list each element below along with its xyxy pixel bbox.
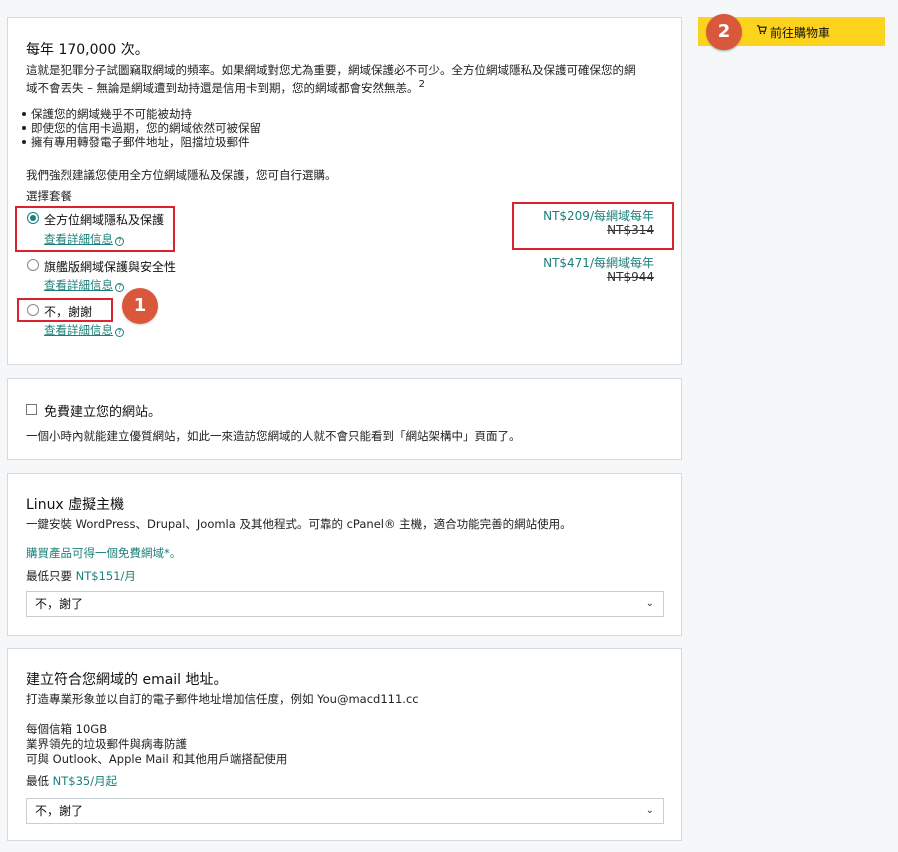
email-select-value: 不，謝了	[35, 804, 84, 818]
details-link-text[interactable]: 查看詳細信息	[44, 278, 113, 292]
list-item: 保護您的網域幾乎不可能被劫持	[20, 107, 261, 121]
chevron-down-icon: ⌄	[645, 805, 654, 816]
email-price-line: 最低 NT$35/月起	[26, 774, 117, 788]
website-builder-title[interactable]: 免費建立您的網站。	[44, 401, 161, 420]
premium-price-per: /每網域每年	[589, 256, 654, 270]
email-price-prefix: 最低	[26, 774, 53, 788]
hosting-description: 一鍵安裝 WordPress、Drupal、Joomla 及其他程式。可靠的 c…	[26, 517, 572, 531]
premium-price-value: NT$471	[543, 256, 590, 270]
cart-button-label[interactable]: 前往購物車	[770, 24, 830, 41]
hosting-price-prefix: 最低只要	[26, 569, 76, 583]
email-description: 打造專業形象並以自訂的電子郵件地址增加信任度，例如 You@macd111.cc	[26, 692, 419, 706]
no-thanks-details-link[interactable]: 查看詳細信息?	[44, 322, 124, 338]
annotation-badge-1: 1	[122, 288, 158, 324]
linux-hosting-card: Linux 虛擬主機 一鍵安裝 WordPress、Drupal、Joomla …	[7, 473, 682, 636]
privacy-recommendation: 我們強烈建議您使用全方位網域隱私及保護，您可自行選購。	[26, 168, 337, 182]
annotation-box-selected-option	[15, 206, 175, 252]
hosting-title: Linux 虛擬主機	[26, 497, 125, 513]
chevron-down-icon: ⌄	[645, 598, 654, 609]
annotation-badge-2: 2	[706, 14, 742, 50]
premium-protection-details-link[interactable]: 查看詳細信息?	[44, 277, 124, 293]
premium-old-price: NT$944	[607, 270, 654, 284]
premium-protection-price: NT$471/每網域每年	[543, 254, 654, 271]
hosting-select-value: 不，謝了	[35, 597, 84, 611]
hosting-select[interactable]: 不，謝了 ⌄	[26, 591, 664, 617]
website-builder-card: 免費建立您的網站。 一個小時內就能建立優質網站，如此一來造訪您網域的人就不會只能…	[7, 378, 682, 460]
privacy-card-title: 每年 170,000 次。	[26, 42, 149, 58]
email-feature: 業界領先的垃圾郵件與病毒防護	[26, 737, 187, 751]
annotation-box-no-thanks	[17, 298, 113, 322]
privacy-description-line2: 域不會丟失 – 無論是網域遭到劫持還是信用卡到期，您的網域都會安然無恙。2	[26, 78, 425, 95]
privacy-description-line2-text: 域不會丟失 – 無論是網域遭到劫持還是信用卡到期，您的網域都會安然無恙。	[26, 80, 419, 95]
email-feature: 每個信箱 10GB	[26, 722, 108, 736]
hosting-promo: 購買產品可得一個免費網域*。	[26, 546, 182, 560]
hosting-price-line: 最低只要 NT$151/月	[26, 569, 136, 583]
details-link-text[interactable]: 查看詳細信息	[44, 323, 113, 337]
email-select[interactable]: 不，謝了 ⌄	[26, 798, 664, 824]
website-builder-checkbox[interactable]	[26, 404, 37, 415]
email-title: 建立符合您網域的 email 地址。	[26, 672, 228, 688]
privacy-description-line1: 這就是犯罪分子試圖竊取網域的頻率。如果網域對您尤為重要，網域保護必不可少。全方位…	[26, 63, 636, 77]
privacy-benefits-list: 保護您的網域幾乎不可能被劫持 即使您的信用卡過期，您的網域依然可被保留 擁有專用…	[20, 107, 261, 149]
email-feature: 可與 Outlook、Apple Mail 和其他用戶端搭配使用	[26, 752, 288, 766]
email-price: NT$35/月起	[52, 774, 118, 788]
annotation-box-price	[512, 202, 674, 250]
question-icon: ?	[115, 283, 124, 292]
privacy-footnote: 2	[418, 79, 425, 90]
website-builder-description: 一個小時內就能建立優質網站，如此一來造訪您網域的人就不會只能看到「網站架構中」頁…	[26, 429, 521, 443]
premium-protection-radio[interactable]	[27, 259, 39, 271]
premium-protection-label[interactable]: 旗艦版網域保護與安全性	[44, 258, 176, 275]
cart-icon	[756, 24, 767, 38]
question-icon: ?	[115, 328, 124, 337]
list-item: 即使您的信用卡過期，您的網域依然可被保留	[20, 121, 261, 135]
choose-plan-label: 選擇套餐	[26, 189, 72, 203]
hosting-price: NT$151/月	[75, 569, 136, 583]
list-item: 擁有專用轉發電子郵件地址，阻擋垃圾郵件	[20, 135, 261, 149]
email-card: 建立符合您網域的 email 地址。 打造專業形象並以自訂的電子郵件地址增加信任…	[7, 648, 682, 841]
